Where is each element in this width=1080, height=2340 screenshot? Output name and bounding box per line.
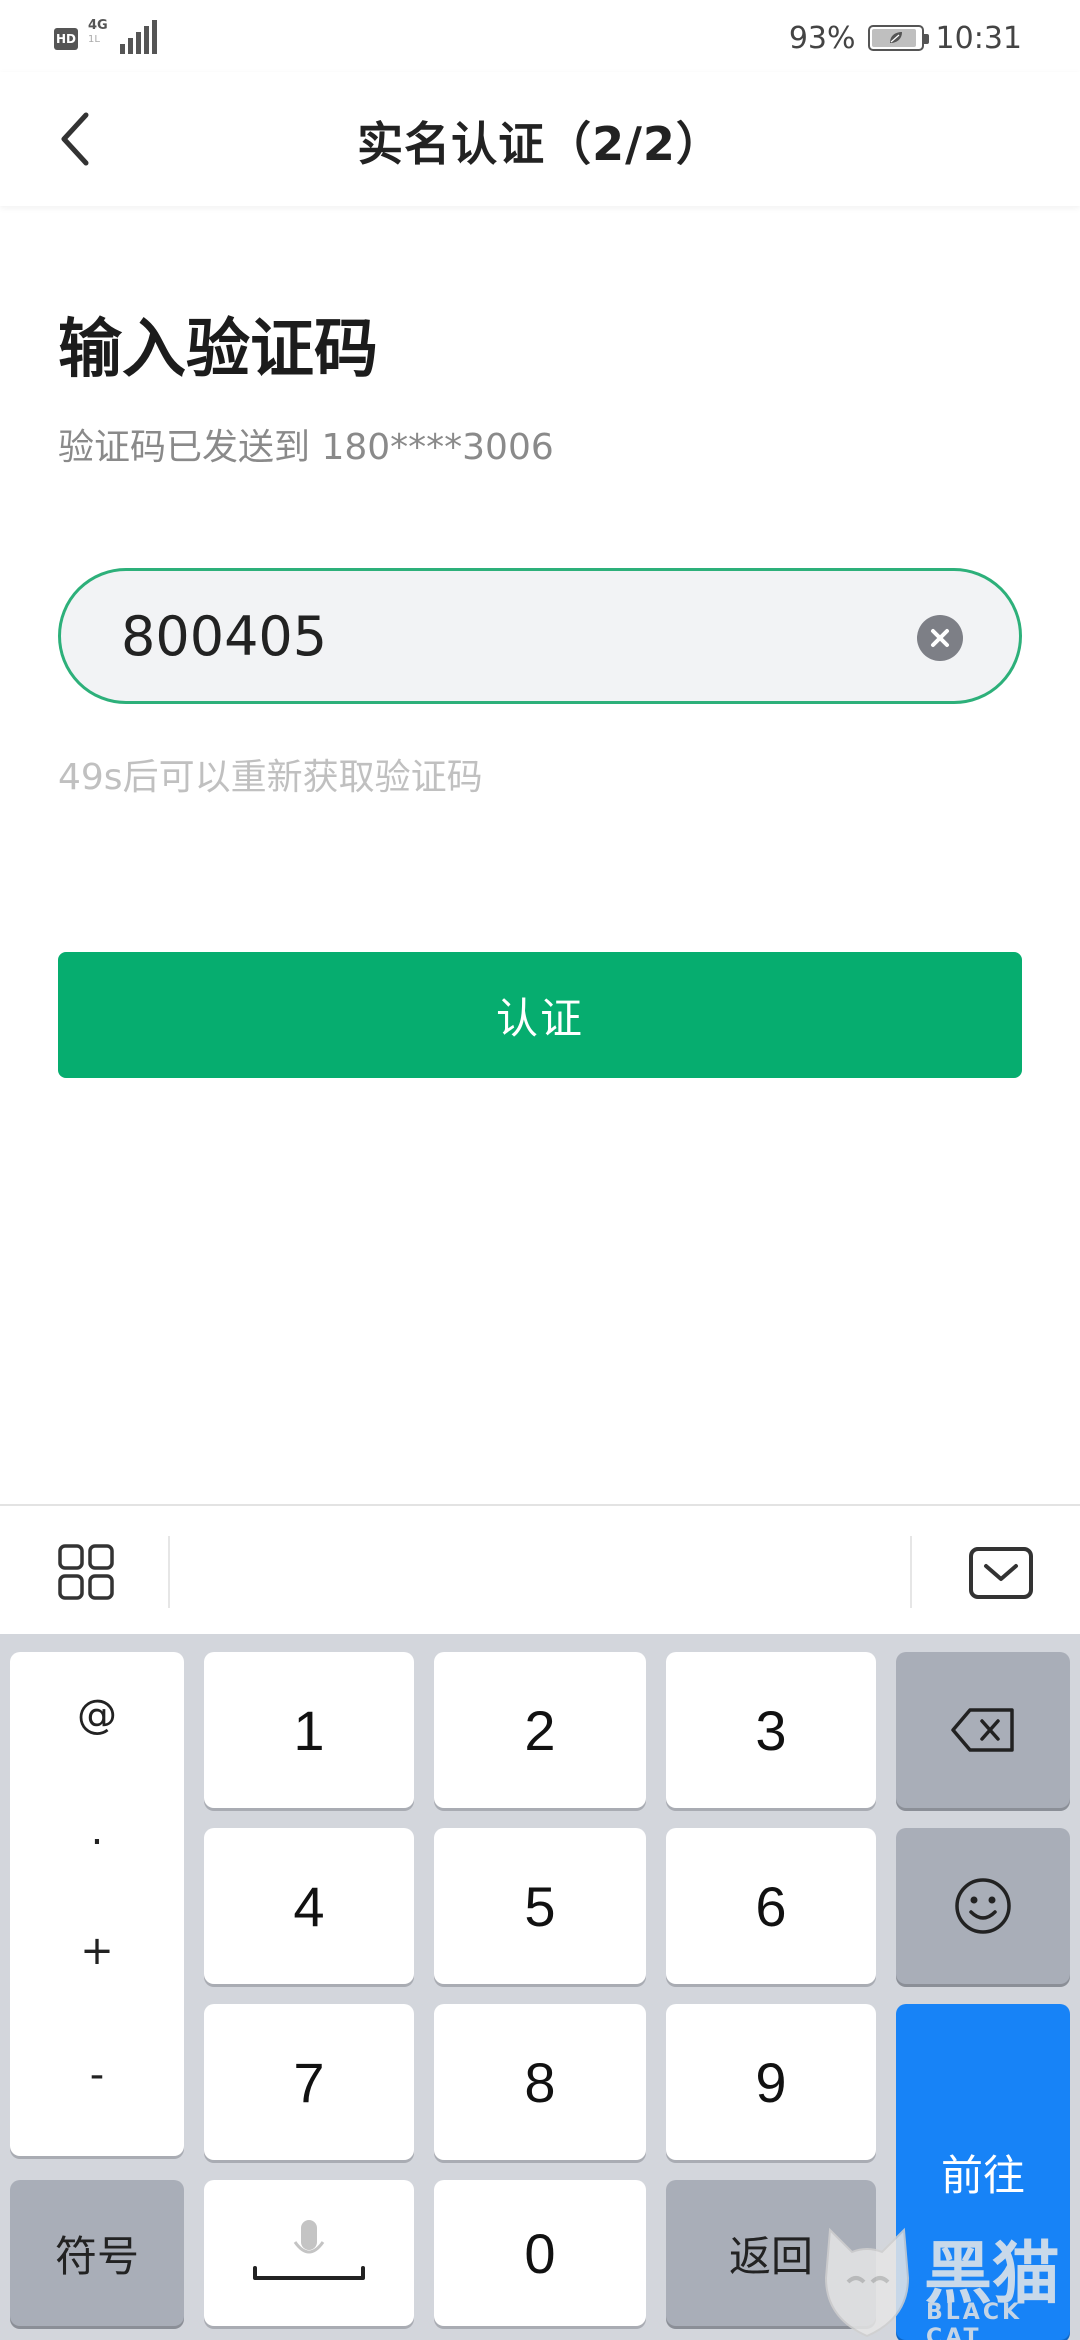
watermark-subtext: BLACK CAT [926, 2300, 1023, 2340]
key-5[interactable]: 5 [434, 1828, 646, 1984]
microphone-key[interactable] [204, 2180, 414, 2326]
go-key-label: 前往 [940, 2150, 1025, 2200]
verification-code-input[interactable] [121, 571, 901, 701]
page-title: 实名认证（2/2） [357, 117, 723, 171]
battery-percent: 93% [788, 20, 856, 56]
grid-icon[interactable] [56, 1542, 116, 1602]
key-0[interactable]: 0 [434, 2180, 646, 2326]
backspace-icon [951, 1708, 1014, 1752]
key-dot[interactable]: . [10, 1776, 184, 1886]
key-6[interactable]: 6 [666, 1828, 876, 1984]
key-9[interactable]: 9 [666, 2004, 876, 2160]
hd-badge: HD [54, 28, 78, 50]
clock: 10:31 [935, 20, 1022, 56]
resend-hint: 49s后可以重新获取验证码 [58, 757, 483, 798]
submit-button[interactable]: 认证 [58, 952, 1022, 1078]
heading: 输入验证码 [58, 313, 378, 387]
close-icon [931, 629, 949, 647]
key-7[interactable]: 7 [204, 2004, 414, 2160]
signal-icon [120, 20, 157, 54]
emoji-icon [955, 1878, 1011, 1934]
keyboard-hide-icon[interactable] [968, 1546, 1034, 1600]
key-1[interactable]: 1 [204, 1652, 414, 1808]
key-at[interactable]: @ [10, 1660, 184, 1770]
status-bar: HD 4G 1L 93% 10:31 [0, 0, 1080, 72]
microphone-icon [253, 2220, 365, 2280]
back-key-label: 返回 [728, 2231, 813, 2281]
key-minus[interactable]: - [10, 2020, 184, 2130]
watermark: 黑猫 BLACK CAT [812, 2218, 1080, 2340]
key-3[interactable]: 3 [666, 1652, 876, 1808]
status-left: HD 4G 1L [54, 18, 157, 54]
symbol-switch-label: 符号 [54, 2231, 139, 2281]
symbol-switch-key[interactable]: 符号 [10, 2180, 184, 2326]
keyboard-toolbar [0, 1504, 1080, 1634]
toolbar-divider-right [910, 1536, 912, 1608]
toolbar-divider-left [168, 1536, 170, 1608]
symbol-column: @ . + - [10, 1652, 184, 2156]
key-2[interactable]: 2 [434, 1652, 646, 1808]
clear-button[interactable] [917, 615, 963, 661]
code-input-wrapper [58, 568, 1022, 704]
status-right: 93% 10:31 [789, 18, 1022, 58]
key-plus[interactable]: + [10, 1896, 184, 2006]
network-type: 4G [88, 18, 108, 33]
battery-icon [867, 25, 929, 51]
cat-logo-icon [824, 2227, 910, 2338]
network-sub: 1L [88, 34, 100, 45]
key-8[interactable]: 8 [434, 2004, 646, 2160]
nav-bar: 实名认证（2/2） [0, 72, 1080, 206]
backspace-key[interactable] [896, 1652, 1070, 1808]
sent-to-text: 验证码已发送到 180****3006 [58, 427, 554, 468]
emoji-key[interactable] [896, 1828, 1070, 1984]
key-4[interactable]: 4 [204, 1828, 414, 1984]
leaf-icon [889, 32, 902, 43]
